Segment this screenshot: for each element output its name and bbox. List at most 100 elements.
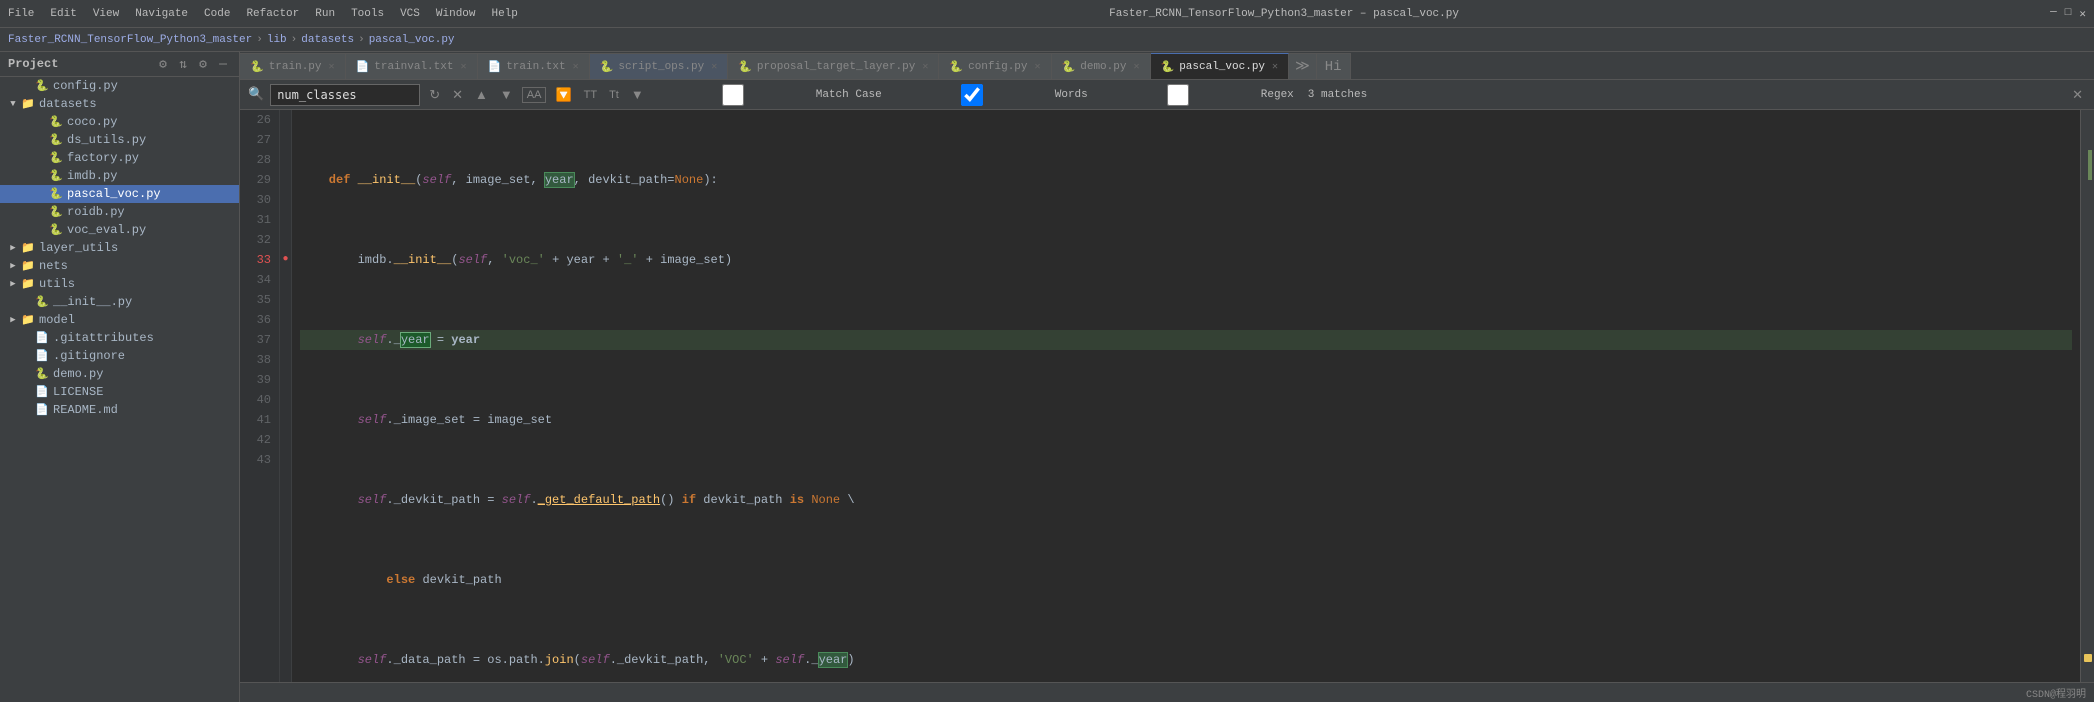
menu-tools[interactable]: Tools xyxy=(351,8,384,20)
menu-run[interactable]: Run xyxy=(315,8,335,20)
tab-close-train-py[interactable]: ✕ xyxy=(329,61,335,73)
tab-proposal-target-layer-py[interactable]: 🐍 proposal_target_layer.py ✕ xyxy=(728,53,939,79)
sidebar-item-ds-utils-py[interactable]: 🐍 ds_utils.py xyxy=(0,131,239,149)
sidebar-settings-icon[interactable]: ⚙ xyxy=(155,56,171,72)
sidebar-item-layer-utils[interactable]: ▶ 📁 layer_utils xyxy=(0,239,239,257)
tab-close-demo-py[interactable]: ✕ xyxy=(1133,61,1139,73)
scroll-indicator xyxy=(2080,110,2094,682)
maximize-button[interactable]: □ xyxy=(2065,7,2072,21)
sidebar-item-init-py[interactable]: 🐍 __init__.py xyxy=(0,293,239,311)
search-filter2-button[interactable]: TT xyxy=(581,87,600,103)
sidebar-item-imdb-py[interactable]: 🐍 imdb.py xyxy=(0,167,239,185)
sidebar-item-pascal-voc-py[interactable]: 🐍 pascal_voc.py xyxy=(0,185,239,203)
words-checkbox[interactable] xyxy=(892,84,1052,106)
sidebar-item-utils[interactable]: ▶ 📁 utils xyxy=(0,275,239,293)
sidebar-item-model[interactable]: ▶ 📁 model xyxy=(0,311,239,329)
match-case-label[interactable]: Match Case xyxy=(653,84,882,106)
search-filter3-button[interactable]: Tt xyxy=(606,87,622,103)
sidebar-item-datasets[interactable]: ▼ 📁 datasets xyxy=(0,95,239,113)
collapsed-arrow-icon: ▶ xyxy=(6,261,20,271)
sidebar-item-demo-py[interactable]: 🐍 demo.py xyxy=(0,365,239,383)
search-input[interactable] xyxy=(270,84,420,106)
close-button[interactable]: ✕ xyxy=(2079,7,2086,21)
markdown-file-icon: 📄 xyxy=(34,403,50,417)
tab-script-ops-py[interactable]: 🐍 script_ops.py ✕ xyxy=(590,53,729,79)
tab-pascal-voc-py[interactable]: 🐍 pascal_voc.py ✕ xyxy=(1151,53,1290,79)
txt-tab-icon: 📄 xyxy=(488,60,502,74)
code-editor[interactable]: 26 27 28 29 30 31 32 33 34 35 36 37 38 3… xyxy=(240,110,2094,682)
search-close-button[interactable]: ✕ xyxy=(2069,85,2086,105)
regex-label[interactable]: Regex xyxy=(1098,84,1294,106)
menu-navigate[interactable]: Navigate xyxy=(135,8,188,20)
sidebar-item-nets[interactable]: ▶ 📁 nets xyxy=(0,257,239,275)
breadcrumb-file[interactable]: pascal_voc.py xyxy=(369,34,455,46)
minimize-button[interactable]: ─ xyxy=(2050,7,2057,21)
sidebar-item-readme[interactable]: 📄 README.md xyxy=(0,401,239,419)
sidebar-item-coco-py[interactable]: 🐍 coco.py xyxy=(0,113,239,131)
breadcrumb-lib[interactable]: lib xyxy=(267,34,287,46)
sidebar-item-gitignore[interactable]: 📄 .gitignore xyxy=(0,347,239,365)
sidebar-item-factory-py[interactable]: 🐍 factory.py xyxy=(0,149,239,167)
tab-demo-py[interactable]: 🐍 demo.py ✕ xyxy=(1052,53,1151,79)
sidebar-item-config-py[interactable]: 🐍 config.py xyxy=(0,77,239,95)
search-refresh-button[interactable]: ↻ xyxy=(426,85,443,105)
search-filter-icon-button[interactable]: ▼ xyxy=(628,85,647,104)
tab-train-py[interactable]: 🐍 train.py ✕ xyxy=(240,53,346,79)
window-title: Faster_RCNN_TensorFlow_Python3_master – … xyxy=(518,8,2050,20)
sidebar-minus-icon[interactable]: ─ xyxy=(215,56,231,72)
folder-icon: 📁 xyxy=(20,97,36,111)
tab-close-script-ops-py[interactable]: ✕ xyxy=(711,61,717,73)
sidebar-panel: Project ⚙ ⇅ ⚙ ─ 🐍 config.py ▼ xyxy=(0,52,240,702)
sidebar-item-gitattributes[interactable]: 📄 .gitattributes xyxy=(0,329,239,347)
menu-edit[interactable]: Edit xyxy=(50,8,76,20)
menu-window[interactable]: Window xyxy=(436,8,476,20)
tab-train-txt[interactable]: 📄 train.txt ✕ xyxy=(478,53,590,79)
code-line-30: self._devkit_path = self._get_default_pa… xyxy=(300,490,2072,510)
code-content[interactable]: def __init__(self, image_set, year, devk… xyxy=(292,110,2080,682)
txt-tab-icon: 📄 xyxy=(356,60,370,74)
sidebar-gear-icon[interactable]: ⚙ xyxy=(195,56,211,72)
code-line-29: self._image_set = image_set xyxy=(300,410,2072,430)
match-case-text: Match Case xyxy=(816,89,882,101)
sidebar-item-roidb-py[interactable]: 🐍 roidb.py xyxy=(0,203,239,221)
menu-view[interactable]: View xyxy=(93,8,119,20)
search-close-find-button[interactable]: ✕ xyxy=(449,85,466,105)
breadcrumb-project: Faster_RCNN_TensorFlow_Python3_master xyxy=(8,34,252,46)
breadcrumb-datasets[interactable]: datasets xyxy=(301,34,354,46)
tab-close-config-py[interactable]: ✕ xyxy=(1035,61,1041,73)
tab-config-py[interactable]: 🐍 config.py ✕ xyxy=(939,53,1051,79)
python-file-icon: 🐍 xyxy=(34,295,50,309)
sidebar-expand-icon[interactable]: ⇅ xyxy=(175,56,191,72)
menu-help[interactable]: Help xyxy=(492,8,518,20)
sidebar-item-voc-eval-py[interactable]: 🐍 voc_eval.py xyxy=(0,221,239,239)
menu-refactor[interactable]: Refactor xyxy=(246,8,299,20)
tab-close-trainval-txt[interactable]: ✕ xyxy=(460,61,466,73)
tab-trainval-txt[interactable]: 📄 trainval.txt ✕ xyxy=(346,53,478,79)
sidebar-item-license[interactable]: 📄 LICENSE xyxy=(0,383,239,401)
titlebar: File Edit View Navigate Code Refactor Ru… xyxy=(0,0,2094,28)
search-prev-button[interactable]: ▲ xyxy=(472,85,491,104)
search-filter-button[interactable]: 🔽 xyxy=(552,85,574,105)
editor-container: 🐍 train.py ✕ 📄 trainval.txt ✕ 📄 train.tx… xyxy=(240,52,2094,702)
tab-overflow-menu[interactable]: ≫ xyxy=(1289,53,1317,79)
search-next-button[interactable]: ▼ xyxy=(497,85,516,104)
tab-close-pascal-voc-py[interactable]: ✕ xyxy=(1272,61,1278,73)
tab-close-train-txt[interactable]: ✕ xyxy=(573,61,579,73)
expand-arrow-icon: ▼ xyxy=(6,99,20,109)
breadcrumb: Faster_RCNN_TensorFlow_Python3_master › … xyxy=(0,28,2094,52)
menu-vcs[interactable]: VCS xyxy=(400,8,420,20)
menu-code[interactable]: Code xyxy=(204,8,230,20)
code-line-26: def __init__(self, image_set, year, devk… xyxy=(300,170,2072,190)
search-match-word-button[interactable]: AA xyxy=(522,87,547,103)
match-case-checkbox[interactable] xyxy=(653,84,813,106)
python-tab-icon: 🐍 xyxy=(738,60,752,74)
folder-icon: 📁 xyxy=(20,241,36,255)
regex-checkbox[interactable] xyxy=(1098,84,1258,106)
tab-extra-button[interactable]: Hi xyxy=(1317,53,1351,79)
python-file-icon: 🐍 xyxy=(48,187,64,201)
menu-file[interactable]: File xyxy=(8,8,34,20)
tab-close-proposal-target-layer-py[interactable]: ✕ xyxy=(922,61,928,73)
python-file-icon: 🐍 xyxy=(48,151,64,165)
words-label[interactable]: Words xyxy=(892,84,1088,106)
search-bar: 🔍 ↻ ✕ ▲ ▼ AA 🔽 TT Tt ▼ Match Case xyxy=(240,80,2094,110)
